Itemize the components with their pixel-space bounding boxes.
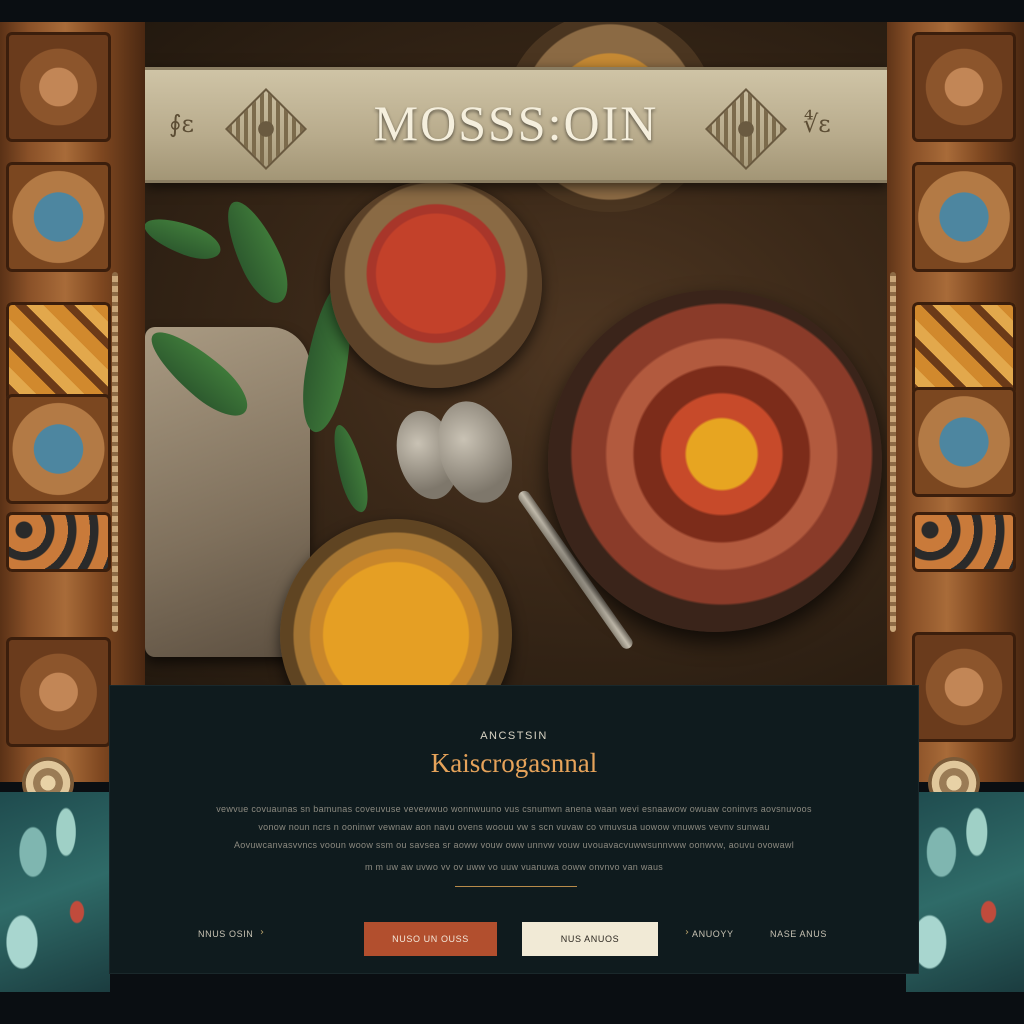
dotted-tile	[912, 512, 1016, 572]
paprika-bowl	[330, 180, 542, 388]
chevron-right-icon[interactable]: ›	[260, 927, 264, 938]
page: ∮ε MOSSS:OIN ∜ε ANCSTSIN Kaiscrogasnnal …	[0, 0, 1024, 1024]
dotted-tile	[6, 512, 111, 572]
carved-tile	[6, 32, 111, 142]
paragraph-line: vewvue covuaunas sn bamunas coveuvuse ve…	[216, 804, 812, 814]
floral-tile	[912, 387, 1016, 497]
decorative-glyph-icon: ∜ε	[803, 110, 831, 138]
carved-tile	[912, 32, 1016, 142]
floral-tile	[6, 394, 111, 504]
spice-blend-bowl	[548, 290, 882, 632]
secondary-button[interactable]: NUS ANUOS	[522, 922, 658, 956]
footer-link-mid[interactable]: ANUOYY	[692, 929, 734, 939]
patterned-fabric	[906, 792, 1024, 992]
primary-button[interactable]: NUSO UN OUSS	[364, 922, 497, 956]
footer-link-right[interactable]: NASE ANUS	[770, 929, 827, 939]
turmeric-bowl	[280, 519, 512, 686]
hero-image: ∮ε MOSSS:OIN ∜ε	[145, 22, 887, 686]
paragraph-line: Aovuwcanvasvvncs vooun woow ssm ou savse…	[233, 840, 795, 850]
rope-decoration	[890, 272, 896, 632]
divider	[455, 886, 577, 887]
title-banner: ∮ε MOSSS:OIN ∜ε	[145, 67, 887, 183]
rope-decoration	[112, 272, 118, 632]
section-heading: Kaiscrogasnnal	[430, 748, 598, 778]
patterned-fabric	[0, 792, 110, 992]
bay-leaf	[215, 193, 299, 311]
chevron-right-icon[interactable]: ›	[685, 927, 689, 938]
paragraph-line: m m uw aw uvwo vv ov uww vo uuw vuanuwa …	[364, 862, 664, 872]
section-eyebrow: ANCSTSIN	[480, 730, 548, 742]
carved-tile	[912, 632, 1016, 742]
bay-leaf	[145, 210, 226, 267]
content-panel: ANCSTSIN Kaiscrogasnnal vewvue covuaunas…	[110, 686, 918, 973]
paragraph-line: vonow noun ncrs n ooninwr vewnaw aon nav…	[258, 822, 770, 832]
floral-tile	[6, 162, 111, 272]
footer-link-left[interactable]: NNUS OSIN	[198, 929, 253, 939]
carved-tile	[6, 637, 111, 747]
floral-tile	[912, 162, 1016, 272]
bay-leaf	[327, 421, 374, 516]
